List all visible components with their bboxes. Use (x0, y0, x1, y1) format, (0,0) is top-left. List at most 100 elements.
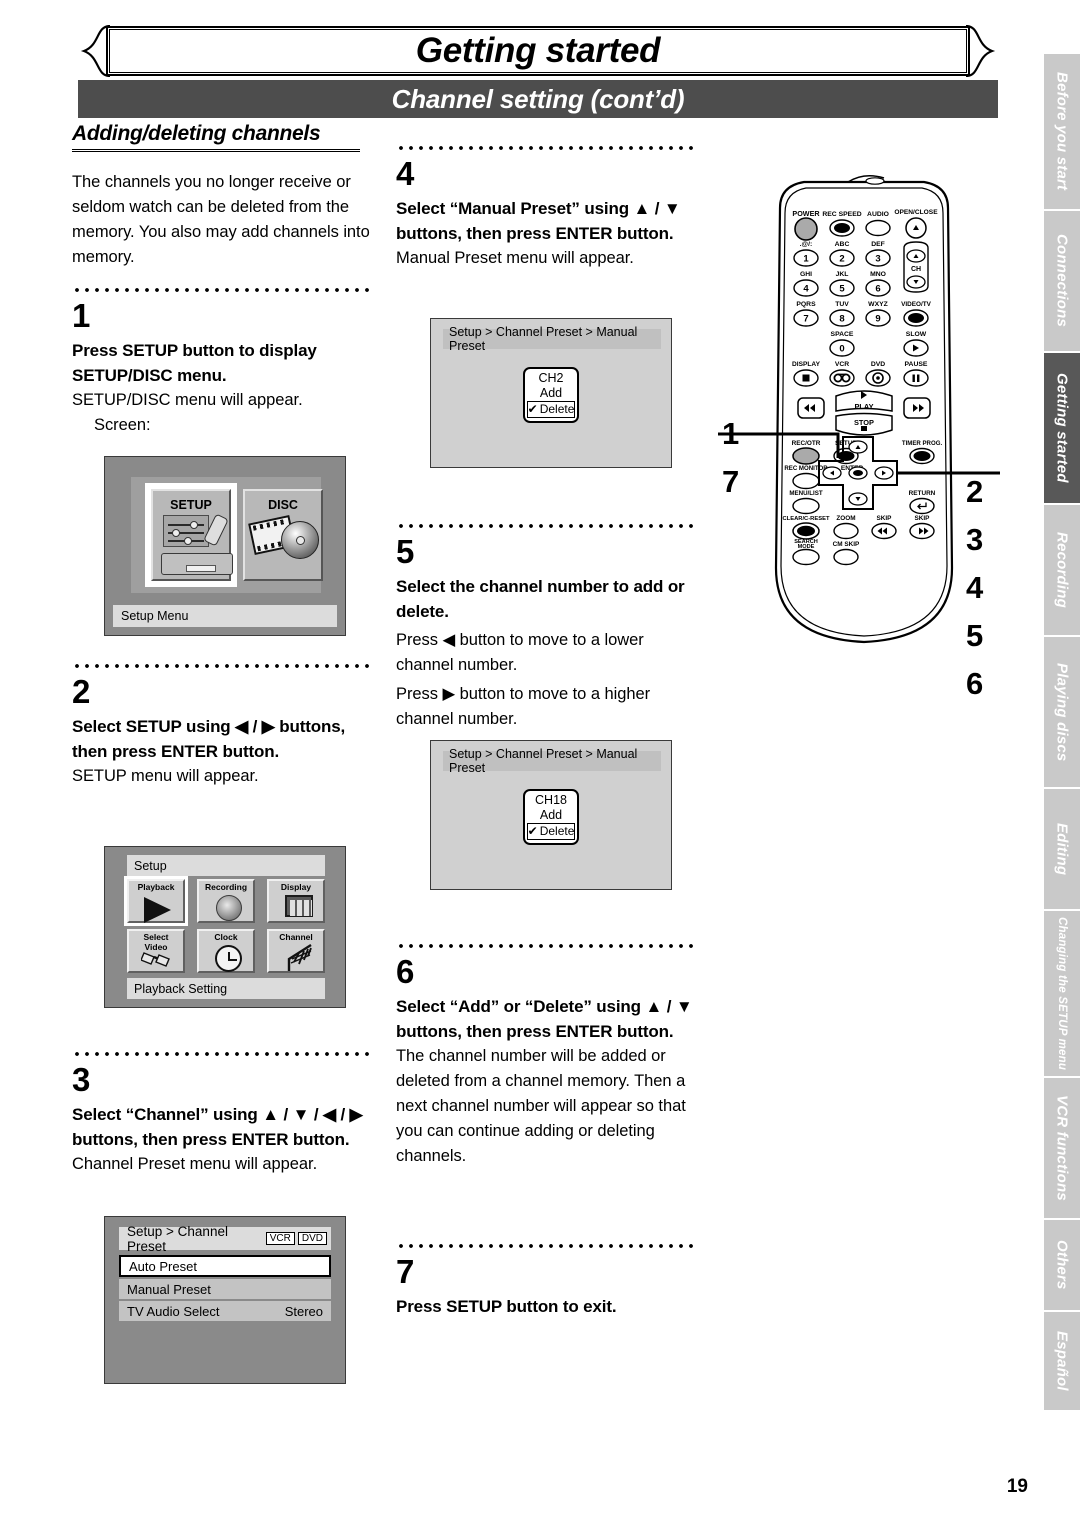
side-tab-connections[interactable]: Connections (1044, 211, 1080, 351)
delete-option-ch18-label: Delete (539, 824, 575, 838)
setup-tile-playback[interactable]: Playback (124, 876, 188, 926)
setup-menu-grid: Playback Recording Display Select Video (124, 876, 325, 973)
step-number-1: 1 (72, 297, 90, 334)
play-triangle-icon (144, 897, 171, 923)
record-circle-icon (216, 895, 242, 921)
channel-preset-title: Setup > Channel Preset (127, 1223, 228, 1254)
setup-tile-clock[interactable]: Clock (197, 929, 255, 973)
channel-preset-row-auto[interactable]: Auto Preset (119, 1255, 331, 1277)
svg-text:MNO: MNO (870, 271, 886, 278)
side-tab-vcr-functions[interactable]: VCR functions (1044, 1078, 1080, 1218)
side-tab-recording[interactable]: Recording (1044, 505, 1080, 635)
svg-text:TIMER PROG.: TIMER PROG. (902, 440, 943, 447)
step-2-block: 2 Select SETUP using ◀ / ▶ buttons, then… (72, 660, 372, 789)
add-option-ch18[interactable]: Add (525, 808, 577, 823)
step-6-block: 6 Select “Add” or “Delete” using ▲ / ▼ b… (396, 940, 696, 1169)
screen-setup-disc: SETUP DISC Setup Menu (104, 456, 346, 636)
step-7-block: 7 Press SETUP button to exit. (396, 1240, 696, 1319)
svg-text:VCR: VCR (835, 361, 849, 368)
step-7-instruction: Press SETUP button to exit. (396, 1297, 617, 1316)
svg-text:ABC: ABC (835, 241, 850, 248)
setup-tile-select-video[interactable]: Select Video (127, 929, 185, 973)
callout-numbers-right: 2 3 4 5 6 (966, 468, 1006, 708)
vcr-unit-icon (161, 553, 233, 575)
callout-right-2: 2 (966, 474, 984, 509)
side-tab-editing-label: Editing (1053, 822, 1071, 876)
step-2-note: SETUP menu will appear. (72, 767, 259, 785)
svg-text:SPACE: SPACE (831, 331, 854, 338)
side-tab-changing-setup-menu[interactable]: Changing the SETUP menu (1044, 911, 1080, 1076)
step-number-7: 7 (396, 1253, 414, 1290)
svg-text:CLEAR/C-RESET: CLEAR/C-RESET (782, 516, 829, 522)
svg-text:DISPLAY: DISPLAY (792, 361, 821, 368)
svg-text:PLAY: PLAY (854, 402, 873, 411)
channel-preset-row-manual-label: Manual Preset (127, 1281, 211, 1297)
side-tab-others[interactable]: Others (1044, 1220, 1080, 1310)
display-panel-icon (285, 895, 313, 917)
remote-control-svg: POWER REC SPEED AUDIO OPEN/CLOSE .@/: 1 … (774, 174, 954, 644)
channel-preset-title-row: Setup > Channel Preset VCR DVD (119, 1224, 331, 1254)
channel-preset-row-tvaudio-label: TV Audio Select (127, 1303, 220, 1319)
step-3-note: Channel Preset menu will appear. (72, 1155, 318, 1173)
channel-preset-row-tvaudio[interactable]: TV Audio Select Stereo (119, 1301, 331, 1321)
delete-option-ch2[interactable]: ✔ Delete (527, 401, 575, 418)
callout-right-3: 3 (966, 522, 984, 557)
side-tab-espanol-label: Español (1053, 1331, 1071, 1391)
add-option-ch2[interactable]: Add (525, 386, 577, 401)
callout-numbers-left: 1 7 (722, 410, 762, 506)
channel-preset-row-auto-label: Auto Preset (129, 1258, 197, 1274)
setup-tile[interactable]: SETUP (151, 489, 233, 581)
side-tab-getting-started[interactable]: Getting started (1044, 353, 1080, 503)
channel-preset-row-tvaudio-value: Stereo (284, 1303, 323, 1319)
disc-tile-label: DISC (268, 498, 298, 512)
manual-preset-ch2-title: Setup > Channel Preset > Manual Preset (443, 325, 661, 353)
svg-text:.@/:: .@/: (800, 241, 813, 248)
badge-vcr: VCR (265, 1232, 295, 1245)
channel-add-delete-box-ch18: CH18 Add ✔ Delete (523, 789, 579, 845)
setup-tile-channel[interactable]: Channel (267, 929, 325, 973)
sliders-icon (163, 515, 209, 547)
disc-tile[interactable]: DISC (243, 489, 323, 581)
svg-text:MENU/LIST: MENU/LIST (789, 490, 823, 497)
svg-text:8: 8 (839, 314, 844, 325)
svg-text:PAUSE: PAUSE (905, 361, 928, 368)
svg-text:6: 6 (875, 284, 880, 295)
step-separator-4 (396, 142, 696, 154)
step-6-note: The channel number will be added or dele… (396, 1047, 686, 1165)
svg-text:RETURN: RETURN (909, 490, 936, 497)
step-number-5: 5 (396, 533, 414, 570)
manual-page: Getting started Channel setting (cont’d)… (0, 0, 1080, 1526)
channel-preset-row-manual[interactable]: Manual Preset (119, 1279, 331, 1299)
step-separator-2 (72, 660, 372, 672)
setup-tile-recording[interactable]: Recording (197, 879, 255, 923)
side-tab-espanol[interactable]: Español (1044, 1312, 1080, 1410)
chapter-title: Getting started (415, 31, 661, 70)
svg-text:SKIP: SKIP (877, 515, 893, 522)
step-number-4: 4 (396, 155, 414, 192)
svg-text:WXYZ: WXYZ (868, 301, 888, 308)
side-tab-before-you-start[interactable]: Before you start (1044, 54, 1080, 209)
step-number-6: 6 (396, 953, 414, 990)
delete-option-ch18[interactable]: ✔ Delete (527, 823, 575, 840)
side-tab-connections-label: Connections (1053, 234, 1071, 328)
svg-text:5: 5 (839, 284, 845, 295)
side-tab-playing-discs[interactable]: Playing discs (1044, 637, 1080, 787)
setup-tile-display[interactable]: Display (267, 879, 325, 923)
step-6-instruction: Select “Add” or “Delete” using ▲ / ▼ but… (396, 997, 693, 1041)
side-tab-recording-label: Recording (1053, 532, 1071, 608)
manual-preset-ch18-title: Setup > Channel Preset > Manual Preset (443, 747, 661, 775)
svg-text:TUV: TUV (835, 301, 849, 308)
side-tab-editing[interactable]: Editing (1044, 789, 1080, 909)
step-3-instruction: Select “Channel” using ▲ / ▼ / ◀ / ▶ but… (72, 1105, 363, 1149)
svg-text:ZOOM: ZOOM (836, 515, 855, 522)
remote-control-diagram: POWER REC SPEED AUDIO OPEN/CLOSE .@/: 1 … (718, 168, 1000, 688)
svg-text:SKIP: SKIP (915, 515, 931, 522)
svg-text:OPEN/CLOSE: OPEN/CLOSE (894, 209, 938, 216)
subsection-heading: Adding/deleting channels (72, 122, 360, 152)
step-number-2: 2 (72, 673, 90, 710)
step-separator-3 (72, 1048, 372, 1060)
svg-text:9: 9 (875, 314, 880, 325)
step-1-screen-label: Screen: (94, 416, 151, 434)
setup-tile-channel-label: Channel (279, 932, 313, 942)
intro-paragraph: The channels you no longer receive or se… (72, 173, 370, 266)
